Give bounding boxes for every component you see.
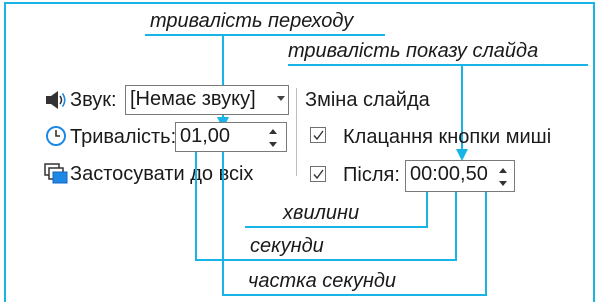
leader-line bbox=[485, 192, 487, 296]
sound-label: Звук: bbox=[70, 89, 117, 111]
on-click-checkbox[interactable] bbox=[310, 127, 326, 143]
callout-underline bbox=[222, 294, 487, 296]
advance-slide-heading: Зміна слайда bbox=[305, 89, 430, 111]
after-label: Після: bbox=[343, 164, 400, 186]
callout-fraction-of-second: частка секунди bbox=[248, 270, 397, 292]
duration-label: Тривалість: bbox=[70, 126, 177, 148]
after-time-value: 00:00,50 bbox=[410, 163, 488, 185]
callout-minutes: хвилини bbox=[283, 202, 360, 224]
clock-icon bbox=[45, 125, 67, 152]
spin-up-icon[interactable] bbox=[499, 168, 507, 173]
callout-underline bbox=[245, 226, 428, 228]
leader-line bbox=[195, 152, 197, 261]
duration-value: 01,00 bbox=[180, 125, 231, 147]
leader-line bbox=[455, 192, 457, 261]
after-time-spinner[interactable]: 00:00,50 bbox=[405, 160, 515, 192]
callout-underline bbox=[288, 64, 588, 66]
callout-underline bbox=[195, 259, 457, 261]
duration-spinner[interactable]: 01,00 bbox=[175, 122, 287, 152]
checkmark-icon bbox=[313, 130, 324, 141]
speaker-icon bbox=[45, 90, 69, 115]
checkmark-icon bbox=[313, 169, 324, 180]
spin-down-icon[interactable] bbox=[269, 142, 277, 147]
callout-transition-duration: тривалість переходу bbox=[150, 10, 354, 32]
sound-dropdown[interactable]: [Немає звуку] bbox=[125, 85, 289, 115]
group-separator bbox=[296, 88, 297, 176]
spinner-arrows[interactable] bbox=[498, 168, 510, 186]
spin-down-icon[interactable] bbox=[499, 181, 507, 186]
callout-underline bbox=[145, 34, 385, 36]
leader-line bbox=[426, 192, 428, 227]
sound-dropdown-value: [Немає звуку] bbox=[130, 88, 256, 110]
apply-all-icon bbox=[44, 162, 68, 189]
on-click-label: Клацання кнопки миші bbox=[343, 126, 552, 148]
leader-line bbox=[222, 152, 224, 295]
spin-up-icon[interactable] bbox=[269, 129, 277, 134]
after-checkbox[interactable] bbox=[310, 166, 326, 182]
chevron-down-icon bbox=[277, 96, 285, 101]
callout-seconds: секунди bbox=[250, 235, 324, 257]
apply-to-all-button[interactable]: Застосувати до всіх bbox=[70, 162, 253, 186]
callout-slide-show-duration: тривалість показу слайда bbox=[288, 40, 539, 62]
spinner-arrows[interactable] bbox=[268, 129, 280, 147]
